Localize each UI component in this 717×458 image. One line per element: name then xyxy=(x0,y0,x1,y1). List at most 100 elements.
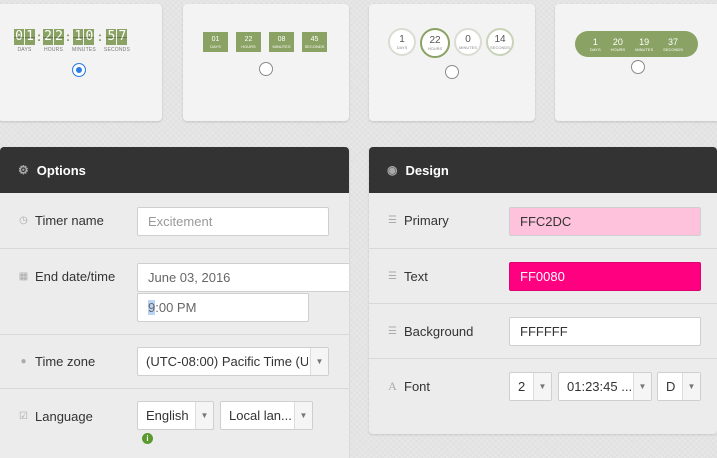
time-zone-value: (UTC-08:00) Pacific Time (U... xyxy=(146,354,308,369)
language-value: English xyxy=(146,408,189,423)
box-label: DAYS xyxy=(210,43,221,49)
primary-label-group: ☰ Primary xyxy=(387,213,449,228)
pill-value: 1 xyxy=(592,36,598,47)
chevron-down-icon[interactable]: ▼ xyxy=(294,402,312,429)
pill-value: 20 xyxy=(612,36,623,47)
font-size-value: 2 xyxy=(518,379,526,394)
font-style-value: D xyxy=(666,379,676,394)
time-zone-label: Time zone xyxy=(35,354,96,369)
digit: 1 xyxy=(25,29,35,45)
unit-label: DAYS xyxy=(17,47,32,53)
boxes-countdown-preview: 01 DAYS 22 HOURS 08 MINUTES 45 SECONDS xyxy=(203,32,327,52)
style-card-circles[interactable]: 1 DAYS 22 HOURS 0 MINUTES 14 SECONDS xyxy=(369,4,535,121)
style-card-boxes[interactable]: 01 DAYS 22 HOURS 08 MINUTES 45 SECONDS xyxy=(183,4,349,121)
chevron-down-icon[interactable]: ▼ xyxy=(310,348,328,375)
row-background-color: ☰ Background FFFFFF xyxy=(369,304,717,359)
digit: 5 xyxy=(106,29,117,45)
design-panel: ◉ Design ☰ Primary FFC2DC ☰ Text FF0080 … xyxy=(369,147,717,434)
time-format-value: 01:23:45 ... xyxy=(567,379,631,394)
gear-icon: ⚙ xyxy=(18,163,29,177)
clock-icon: ◷ xyxy=(19,215,28,226)
time-box: 08 MINUTES xyxy=(269,32,294,52)
box-label: MINUTES xyxy=(272,43,291,49)
box-value: 08 xyxy=(277,35,286,43)
background-label-group: ☰ Background xyxy=(387,324,473,339)
chevron-down-icon[interactable]: ▼ xyxy=(195,402,213,429)
style-card-flip[interactable]: 01 DAYS : 22 HOURS : 10 MINUTES : 57 SEC… xyxy=(0,4,162,121)
time-circle: 14 SECONDS xyxy=(486,28,514,56)
digit: 2 xyxy=(43,29,53,45)
time-box: 45 SECONDS xyxy=(302,32,327,52)
primary-color-input[interactable]: FFC2DC xyxy=(509,207,701,236)
circle-label: MINUTES xyxy=(459,45,477,50)
text-color-input[interactable]: FF0080 xyxy=(509,262,701,291)
lines-icon: ☰ xyxy=(388,326,397,337)
flip-countdown-preview: 01 DAYS : 22 HOURS : 10 MINUTES : 57 SEC… xyxy=(14,29,130,53)
checkbox-icon: ☑ xyxy=(19,411,28,422)
chevron-down-icon[interactable]: ▼ xyxy=(633,373,651,400)
timer-name-input[interactable]: Excitement xyxy=(137,207,329,236)
timer-name-label-group: ◷ Timer name xyxy=(18,213,104,228)
options-header: ⚙ Options xyxy=(0,147,349,193)
digit: 0 xyxy=(84,29,95,45)
text-label: Text xyxy=(404,269,428,284)
circle-value: 22 xyxy=(429,35,441,46)
box-value: 22 xyxy=(244,35,253,43)
time-circle: 1 DAYS xyxy=(388,28,416,56)
time-box: 01 DAYS xyxy=(203,32,228,52)
font-size-select[interactable]: 2 ▼ xyxy=(509,372,552,401)
pill-countdown-preview: 1 DAYS 20 HOURS 19 MINUTES 37 SECONDS xyxy=(575,31,698,57)
digit: 7 xyxy=(117,29,128,45)
lines-icon: ☰ xyxy=(388,271,397,282)
style-radio-boxes[interactable] xyxy=(259,62,273,76)
row-timer-name: ◷ Timer name Excitement xyxy=(0,193,349,249)
end-datetime-label: End date/time xyxy=(35,269,116,284)
time-zone-select[interactable]: (UTC-08:00) Pacific Time (U... ▼ xyxy=(137,347,329,376)
timer-name-label: Timer name xyxy=(35,213,104,228)
language-label: Language xyxy=(35,409,93,424)
circle-label: HOURS xyxy=(427,46,443,51)
time-format-select[interactable]: 01:23:45 ... ▼ xyxy=(558,372,652,401)
box-label: HOURS xyxy=(241,43,256,49)
font-label: Font xyxy=(404,379,431,394)
pill-label: SECONDS xyxy=(663,46,683,52)
local-language-select[interactable]: Local lan... ▼ xyxy=(220,401,313,430)
row-font: A Font 2 ▼ 01:23:45 ... ▼ D ▼ xyxy=(369,359,717,414)
font-style-select[interactable]: D ▼ xyxy=(657,372,701,401)
style-radio-circles[interactable] xyxy=(445,65,459,79)
circle-label: DAYS xyxy=(396,45,408,50)
style-card-pill[interactable]: 1 DAYS 20 HOURS 19 MINUTES 37 SECONDS xyxy=(555,4,717,121)
digit: 2 xyxy=(54,29,64,45)
background-color-input[interactable]: FFFFFF xyxy=(509,317,701,346)
eye-icon: ◉ xyxy=(387,163,398,177)
language-select[interactable]: English ▼ xyxy=(137,401,214,430)
pill-value: 19 xyxy=(639,36,650,47)
unit-label: HOURS xyxy=(43,47,64,53)
box-value: 45 xyxy=(310,35,319,43)
design-header: ◉ Design xyxy=(369,147,717,193)
style-radio-flip[interactable] xyxy=(72,63,86,77)
row-primary-color: ☰ Primary FFC2DC xyxy=(369,193,717,249)
row-end-datetime: ▦ End date/time June 03, 2016 9:00 PM xyxy=(0,249,349,335)
box-label: SECONDS xyxy=(304,43,325,49)
circles-countdown-preview: 1 DAYS 22 HOURS 0 MINUTES 14 SECONDS xyxy=(388,28,514,58)
row-text-color: ☰ Text FF0080 xyxy=(369,249,717,304)
colon-separator: : xyxy=(97,29,103,44)
chevron-down-icon[interactable]: ▼ xyxy=(533,373,551,400)
design-title: Design xyxy=(405,162,449,178)
info-icon[interactable]: i xyxy=(142,433,153,444)
end-date-input[interactable]: June 03, 2016 xyxy=(137,263,349,292)
end-time-input[interactable]: 9:00 PM xyxy=(137,293,309,322)
time-box: 22 HOURS xyxy=(236,32,261,52)
primary-label: Primary xyxy=(404,213,449,228)
end-datetime-label-group: ▦ End date/time xyxy=(18,269,115,284)
font-icon: A xyxy=(388,379,397,393)
background-label: Background xyxy=(404,324,474,339)
circle-value: 1 xyxy=(399,34,405,45)
style-radio-pill[interactable] xyxy=(631,60,645,74)
chevron-down-icon[interactable]: ▼ xyxy=(682,373,700,400)
time-rest: :00 PM xyxy=(155,300,197,315)
circle-value: 14 xyxy=(494,34,506,45)
circle-label: SECONDS xyxy=(490,45,510,50)
row-language: ☑ Language English ▼ Local lan... ▼ i xyxy=(0,389,349,458)
